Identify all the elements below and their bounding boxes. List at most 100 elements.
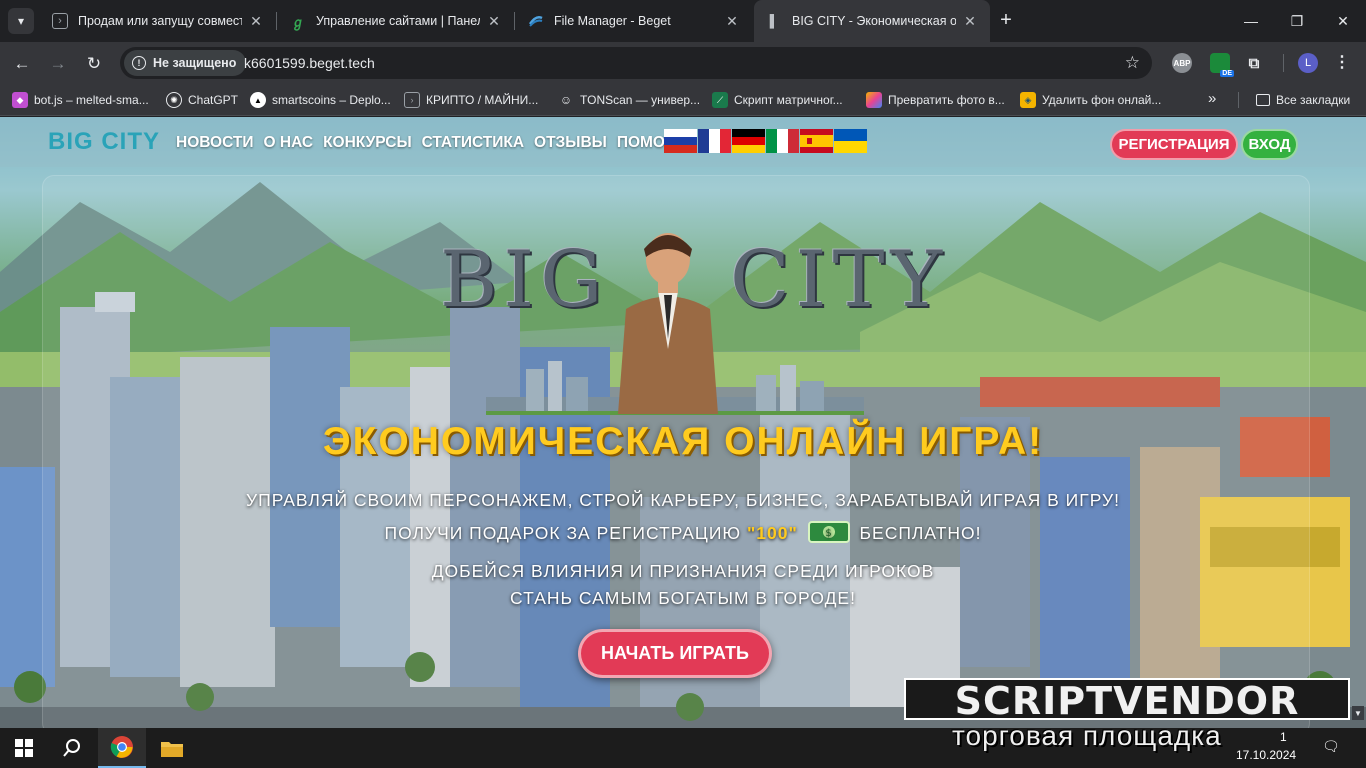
hero-logo-big: BIG (440, 235, 609, 325)
glitch-icon: ◆ (12, 92, 28, 108)
flag-de-icon[interactable] (732, 129, 765, 153)
gift-prefix: ПОЛУЧИ ПОДАРОК ЗА РЕГИСТРАЦИЮ (384, 523, 742, 543)
bookmark-item[interactable]: ✺ ChatGPT (166, 91, 238, 109)
page-viewport: BIG CITY НОВОСТИ О НАС КОНКУРСЫ СТАТИСТИ… (0, 117, 1366, 728)
bookmark-item[interactable]: ⟋ Скрипт матричног... (712, 91, 843, 109)
watermark-subtitle: торговая площадка (952, 720, 1222, 751)
tab-title: Продам или запущу совместн (78, 14, 242, 28)
address-bar[interactable]: ! Не защищено k6601599.beget.tech ☆ (120, 47, 1152, 79)
nav-news[interactable]: НОВОСТИ (176, 134, 254, 152)
tab-title: File Manager - Beget (554, 14, 671, 28)
bookmark-item[interactable]: Превратить фото в... (866, 91, 1005, 109)
flag-ru-icon[interactable] (664, 129, 697, 153)
chevron-more-icon[interactable]: » (1208, 90, 1216, 107)
tab-2[interactable]: ℊ Управление сайтами | Панель ✕ (278, 0, 514, 42)
flag-fr-icon[interactable] (698, 129, 731, 153)
security-label: Не защищено (153, 56, 237, 70)
bookmark-item[interactable]: ◆ bot.js – melted-sma... (12, 91, 149, 109)
url-text[interactable]: k6601599.beget.tech (244, 55, 375, 71)
nav-contests[interactable]: КОНКУРСЫ (323, 134, 412, 152)
hero-logo-city: CITY (730, 235, 949, 325)
folder-icon (161, 742, 183, 757)
windows-logo-icon (15, 739, 33, 757)
hero-headline: ЭКОНОМИЧЕСКАЯ ОНЛАЙН ИГРА! (322, 420, 1044, 463)
hero-line-richest: СТАНЬ САМЫМ БОГАТЫМ В ГОРОДЕ! (510, 588, 856, 608)
site-nav: НОВОСТИ О НАС КОНКУРСЫ СТАТИСТИКА ОТЗЫВЫ… (176, 134, 692, 152)
tab-strip: ▾ › Продам или запущу совместн ✕ ℊ Управ… (0, 0, 1366, 42)
photo-icon (866, 92, 882, 108)
translate-extension-icon[interactable]: DE (1210, 53, 1234, 77)
search-button[interactable] (48, 728, 96, 768)
tab-search-button[interactable]: ▾ (8, 8, 34, 34)
svg-text:$: $ (825, 528, 832, 539)
login-button[interactable]: ВХОД (1241, 129, 1298, 160)
close-icon[interactable]: ✕ (248, 13, 264, 30)
nav-statistics[interactable]: СТАТИСТИКА (422, 134, 524, 152)
extensions-puzzle-icon[interactable]: ⧉ (1244, 53, 1264, 73)
scriptvendor-watermark: SCRIPTVENDOR торговая площадка (904, 678, 1350, 766)
hero-line-influence: ДОБЕЙСЯ ВЛИЯНИЯ И ПРИЗНАНИЯ СРЕДИ ИГРОКО… (431, 561, 935, 581)
tab-divider (276, 12, 277, 30)
close-icon[interactable]: ✕ (486, 13, 502, 30)
gift-suffix: БЕСПЛАТНО! (859, 523, 982, 543)
bookmarks-bar: ◆ bot.js – melted-sma... ✺ ChatGPT ▲ sma… (0, 84, 1366, 116)
language-flags (664, 129, 867, 153)
taskbar-file-explorer[interactable] (148, 728, 196, 768)
start-button[interactable] (0, 728, 48, 768)
forward-button[interactable]: → (44, 50, 72, 78)
minimize-button[interactable]: — (1228, 0, 1274, 42)
flag-ua-icon[interactable] (834, 129, 867, 153)
bookmark-item[interactable]: › КРИПТО / МАЙНИ... (404, 91, 538, 109)
script-icon: ⟋ (712, 92, 728, 108)
tab-4-active[interactable]: ▌ BIG CITY - Экономическая онл ✕ (754, 0, 990, 42)
more-menu-icon[interactable]: ⋮ (1334, 52, 1350, 72)
bookmark-item[interactable]: ▲ smartscoins – Deplo... (250, 91, 391, 109)
scroll-down-arrow-icon[interactable]: ▼ (1352, 706, 1364, 720)
profile-avatar[interactable]: L (1298, 53, 1318, 73)
site-header: BIG CITY НОВОСТИ О НАС КОНКУРСЫ СТАТИСТИ… (0, 117, 1366, 167)
security-indicator[interactable]: ! Не защищено (124, 50, 247, 76)
chatgpt-icon: ✺ (166, 92, 182, 108)
nav-reviews[interactable]: ОТЗЫВЫ (534, 134, 607, 152)
close-icon[interactable]: ✕ (724, 13, 740, 30)
toolbar-divider (1283, 54, 1284, 72)
bookmarks-divider (1238, 92, 1239, 108)
taskbar-chrome[interactable] (98, 728, 146, 768)
start-playing-button[interactable]: НАЧАТЬ ИГРАТЬ (578, 629, 772, 678)
register-button[interactable]: РЕГИСТРАЦИЯ (1110, 129, 1238, 160)
chrome-icon (110, 736, 133, 758)
nav-about[interactable]: О НАС (264, 134, 314, 152)
globe-icon: ▌ (769, 14, 779, 28)
folder-icon (1256, 94, 1270, 106)
gift-amount: "100" (746, 523, 798, 543)
restore-button[interactable]: ❐ (1274, 0, 1320, 42)
bookmark-item[interactable]: ☺ TONScan — универ... (558, 91, 700, 109)
site-logo[interactable]: BIG CITY (48, 128, 160, 156)
hero-gift-line: ПОЛУЧИ ПОДАРОК ЗА РЕГИСТРАЦИЮ "100" $ БЕ… (0, 521, 1366, 544)
flag-es-icon[interactable] (800, 129, 833, 153)
watermark-title: SCRIPTVENDOR (904, 678, 1350, 722)
new-tab-button[interactable]: + (994, 9, 1018, 33)
adblock-plus-icon[interactable]: ABP (1172, 53, 1192, 73)
reload-button[interactable]: ↻ (80, 50, 108, 78)
tab-1[interactable]: › Продам или запущу совместн ✕ (40, 0, 276, 42)
back-button[interactable]: ← (8, 50, 36, 78)
tab-title: Управление сайтами | Панель (316, 14, 480, 28)
remove-bg-icon: ◈ (1020, 92, 1036, 108)
bookmark-star-icon[interactable]: ☆ (1125, 53, 1140, 73)
beget-panel-icon: ℊ (291, 14, 305, 30)
close-icon[interactable]: ✕ (962, 13, 978, 30)
vercel-icon: ▲ (250, 92, 266, 108)
browser-window: ▾ › Продам или запущу совместн ✕ ℊ Управ… (0, 0, 1366, 728)
close-window-button[interactable]: ✕ (1320, 0, 1366, 42)
money-bill-icon: $ (807, 521, 850, 544)
warning-icon: ! (132, 56, 146, 70)
tonscan-icon: ☺ (559, 93, 573, 107)
all-bookmarks-button[interactable]: Все закладки (1256, 91, 1350, 109)
tab-3[interactable]: File Manager - Beget ✕ (516, 0, 752, 42)
bookmark-item[interactable]: ◈ Удалить фон онлай... (1020, 91, 1161, 109)
hero-tagline: УПРАВЛЯЙ СВОИМ ПЕРСОНАЖЕМ, СТРОЙ КАРЬЕРУ… (246, 490, 1120, 510)
terminal-icon: › (404, 92, 420, 108)
flag-it-icon[interactable] (766, 129, 799, 153)
character-businessman (618, 233, 718, 414)
